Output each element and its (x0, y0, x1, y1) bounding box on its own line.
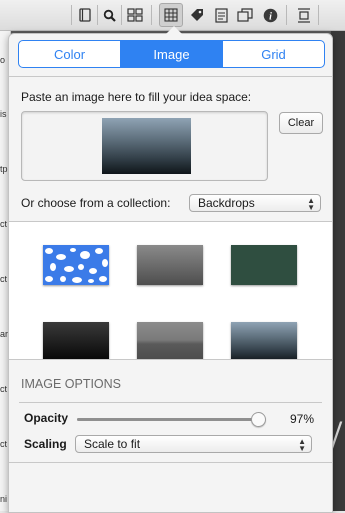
tab-color[interactable]: Color (19, 41, 120, 67)
opacity-slider-thumb[interactable] (251, 412, 266, 427)
toolbar-separator (97, 5, 98, 25)
image-options-title: IMAGE OPTIONS (21, 377, 122, 391)
updown-arrows-icon: ▲ ▼ (298, 437, 306, 453)
fit-page-icon[interactable] (294, 5, 314, 25)
backdrop-thumbnail-black-gradient[interactable] (43, 322, 109, 359)
collection-value: Backdrops (198, 196, 255, 210)
tab-image[interactable]: Image (120, 41, 222, 67)
canvas-edge: / (329, 30, 345, 511)
svg-text:i: i (269, 11, 272, 22)
current-image-preview (102, 118, 191, 174)
magnifier-icon[interactable] (99, 5, 119, 25)
divider (19, 402, 322, 403)
opacity-slider[interactable] (77, 412, 266, 427)
toolbar-separator (121, 5, 122, 25)
background-popover: Color Image Grid Paste an image here to … (8, 26, 333, 513)
collection-label: Or choose from a collection: (21, 196, 171, 210)
book-icon[interactable] (75, 5, 95, 25)
tab-grid[interactable]: Grid (222, 41, 324, 67)
toolbar-separator (71, 5, 72, 25)
info-icon[interactable]: i (260, 5, 280, 25)
divider (9, 76, 332, 77)
divider (9, 462, 332, 463)
window-stack-icon[interactable] (235, 5, 255, 25)
backdrop-collection-grid (9, 222, 332, 359)
tab-segmented-control: Color Image Grid (18, 40, 325, 68)
scaling-value: Scale to fit (84, 437, 141, 451)
opacity-value: 97% (290, 412, 315, 426)
document-icon[interactable] (211, 5, 231, 25)
backdrop-thumbnail-gray-gradient[interactable] (137, 245, 203, 285)
toolbar-separator (286, 5, 287, 25)
backdrop-thumbnail-blue-cells[interactable] (43, 245, 109, 285)
divider (9, 359, 332, 360)
scaling-select[interactable]: Scale to fit ▲ ▼ (75, 435, 312, 453)
paste-label: Paste an image here to fill your idea sp… (21, 90, 252, 104)
layout-grid-icon[interactable] (125, 5, 145, 25)
tag-icon[interactable] (187, 5, 207, 25)
clear-button[interactable]: Clear (279, 112, 323, 134)
scaling-label: Scaling (24, 437, 67, 451)
updown-arrows-icon: ▲ ▼ (307, 196, 315, 212)
background-grid-icon[interactable] (159, 3, 183, 27)
opacity-label: Opacity (24, 411, 69, 425)
backdrop-thumbnail-dark-green[interactable] (231, 245, 297, 285)
collection-select[interactable]: Backdrops ▲ ▼ (189, 194, 321, 212)
opacity-slider-fill (77, 418, 258, 421)
backdrop-thumbnail-gray-horizon[interactable] (137, 322, 203, 359)
toolbar-separator (151, 5, 152, 25)
image-well[interactable] (21, 111, 268, 181)
backdrop-thumbnail-blue-gray-rain[interactable] (231, 322, 297, 359)
popover-arrow (165, 26, 183, 35)
toolbar-separator (318, 5, 319, 25)
